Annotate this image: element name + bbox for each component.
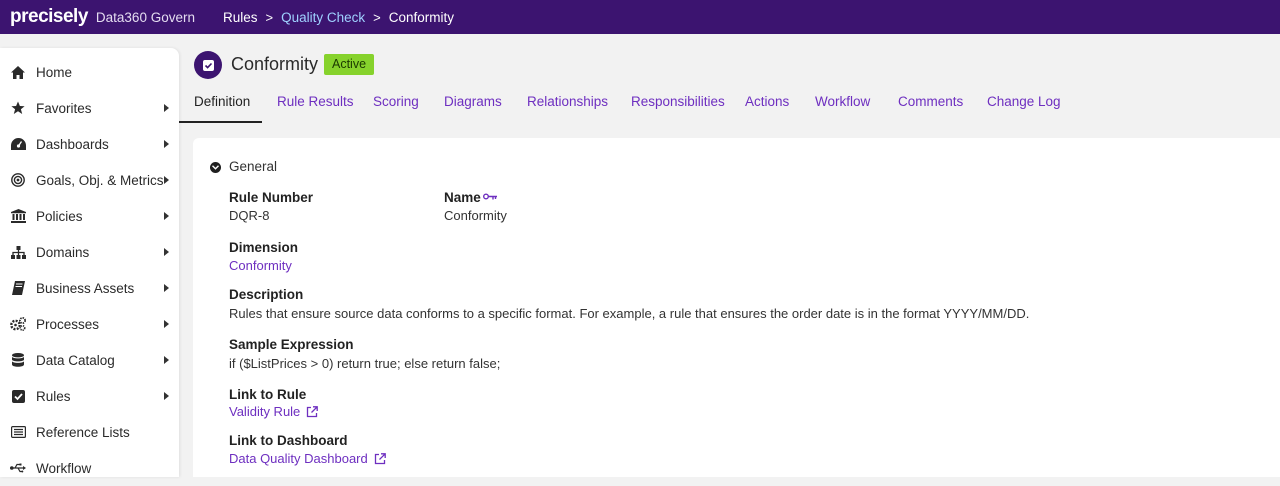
- tab-responsibilities[interactable]: Responsibilities: [631, 94, 725, 124]
- sidebar-item-policies[interactable]: Policies: [0, 198, 179, 234]
- rule-number-label: Rule Number: [229, 190, 314, 205]
- sample-expression-label: Sample Expression: [229, 337, 354, 352]
- sidebar-item-label: Workflow: [36, 460, 92, 476]
- breadcrumb-rules[interactable]: Rules: [223, 10, 258, 25]
- gears-icon: [10, 316, 26, 332]
- status-badge: Active: [324, 54, 375, 75]
- sidebar-item-label: Goals, Obj. & Metrics: [36, 172, 164, 188]
- tab-change-log[interactable]: Change Log: [987, 94, 1061, 124]
- chevron-right-icon: [164, 356, 169, 364]
- sidebar-item-reference-lists[interactable]: Reference Lists: [0, 414, 179, 450]
- external-link-icon[interactable]: [306, 405, 319, 418]
- sidebar-item-favorites[interactable]: Favorites: [0, 90, 179, 126]
- chevron-right-icon: [164, 392, 169, 400]
- sidebar-item-dashboards[interactable]: Dashboards: [0, 126, 179, 162]
- breadcrumb-quality-check[interactable]: Quality Check: [281, 10, 365, 25]
- book-icon: [10, 280, 26, 296]
- tab-scoring[interactable]: Scoring: [373, 94, 419, 124]
- key-icon: [483, 193, 497, 202]
- active-tab-indicator: [179, 121, 262, 123]
- link-to-dashboard-text[interactable]: Data Quality Dashboard: [229, 451, 368, 466]
- link-to-rule-label: Link to Rule: [229, 387, 307, 402]
- sidebar-item-domains[interactable]: Domains: [0, 234, 179, 270]
- sidebar-item-label: Processes: [36, 316, 100, 332]
- sidebar-item-data-catalog[interactable]: Data Catalog: [0, 342, 179, 378]
- dimension-link[interactable]: Conformity: [229, 258, 292, 273]
- link-to-dashboard[interactable]: Data Quality Dashboard: [229, 451, 386, 466]
- list-icon: [10, 424, 26, 440]
- tab-comments[interactable]: Comments: [898, 94, 963, 124]
- link-to-dashboard-label: Link to Dashboard: [229, 433, 348, 448]
- target-icon: [10, 172, 26, 188]
- chevron-right-icon: [164, 140, 169, 148]
- chevron-right-icon: [164, 320, 169, 328]
- chevron-right-icon: [164, 104, 169, 112]
- description-value: Rules that ensure source data conforms t…: [229, 306, 1030, 321]
- sidebar-item-label: Home: [36, 64, 73, 80]
- chevron-right-icon: [164, 248, 169, 256]
- sidebar-item-label: Business Assets: [36, 280, 135, 296]
- rule-checkbox-icon: [194, 51, 222, 79]
- link-to-rule[interactable]: Validity Rule: [229, 404, 319, 419]
- name-value: Conformity: [444, 208, 507, 223]
- dashboard-icon: [10, 136, 26, 152]
- definition-card: General Rule Number DQR-8 Name Conformit…: [193, 138, 1280, 477]
- chevron-right-icon: [164, 212, 169, 220]
- breadcrumb-conformity: Conformity: [388, 9, 454, 25]
- breadcrumb: Rules > Quality Check > Conformity: [223, 10, 454, 25]
- bank-icon: [10, 208, 26, 224]
- sidebar-item-label: Data Catalog: [36, 352, 115, 368]
- tab-bar: Definition Rule Results Scoring Diagrams…: [179, 94, 1280, 124]
- tab-rule-results[interactable]: Rule Results: [277, 94, 354, 124]
- sidebar-item-label: Favorites: [36, 100, 92, 116]
- checkbox-icon: [10, 388, 26, 404]
- hierarchy-icon: [10, 244, 26, 260]
- tab-actions[interactable]: Actions: [745, 94, 789, 124]
- precisely-logo[interactable]: precisely: [10, 6, 88, 28]
- sidebar-item-label: Rules: [36, 388, 71, 404]
- sidebar: Home Favorites Dashboards Goals, Obj. & …: [0, 48, 179, 477]
- top-bar: precisely Data360 Govern Rules > Quality…: [0, 0, 1280, 34]
- sidebar-item-processes[interactable]: Processes: [0, 306, 179, 342]
- sidebar-item-label: Domains: [36, 244, 90, 260]
- page-header: Conformity Active Definition Rule Result…: [179, 34, 1280, 138]
- name-label: Name: [444, 190, 481, 205]
- link-to-rule-text[interactable]: Validity Rule: [229, 404, 300, 419]
- database-icon: [10, 352, 26, 368]
- product-name: Data360 Govern: [95, 9, 195, 25]
- tab-diagrams[interactable]: Diagrams: [444, 94, 502, 124]
- usb-icon: [10, 460, 26, 476]
- sidebar-item-label: Reference Lists: [36, 424, 130, 440]
- section-title-general[interactable]: General: [229, 159, 277, 174]
- home-icon: [10, 64, 26, 80]
- sample-expression-value: if ($ListPrices > 0) return true; else r…: [229, 356, 501, 371]
- sidebar-item-rules[interactable]: Rules: [0, 378, 179, 414]
- breadcrumb-separator: >: [265, 9, 274, 25]
- description-label: Description: [229, 287, 304, 302]
- breadcrumb-separator: >: [373, 9, 381, 25]
- page-title: Conformity: [231, 54, 319, 74]
- dimension-label: Dimension: [229, 240, 299, 255]
- sidebar-item-label: Policies: [36, 208, 83, 224]
- rule-number-value: DQR-8: [229, 208, 270, 223]
- tab-relationships[interactable]: Relationships: [527, 94, 608, 124]
- chevron-right-icon: [164, 284, 169, 292]
- sidebar-item-label: Dashboards: [36, 136, 109, 152]
- external-link-icon[interactable]: [374, 452, 386, 465]
- tab-definition[interactable]: Definition: [194, 94, 250, 124]
- tab-workflow[interactable]: Workflow: [815, 94, 870, 124]
- sidebar-item-workflow[interactable]: Workflow: [0, 450, 179, 486]
- sidebar-item-goals[interactable]: Goals, Obj. & Metrics: [0, 162, 179, 198]
- collapse-toggle-icon[interactable]: [210, 162, 221, 173]
- sidebar-item-business-assets[interactable]: Business Assets: [0, 270, 179, 306]
- star-icon: [10, 100, 26, 116]
- sidebar-item-home[interactable]: Home: [0, 54, 179, 90]
- chevron-right-icon: [164, 176, 169, 184]
